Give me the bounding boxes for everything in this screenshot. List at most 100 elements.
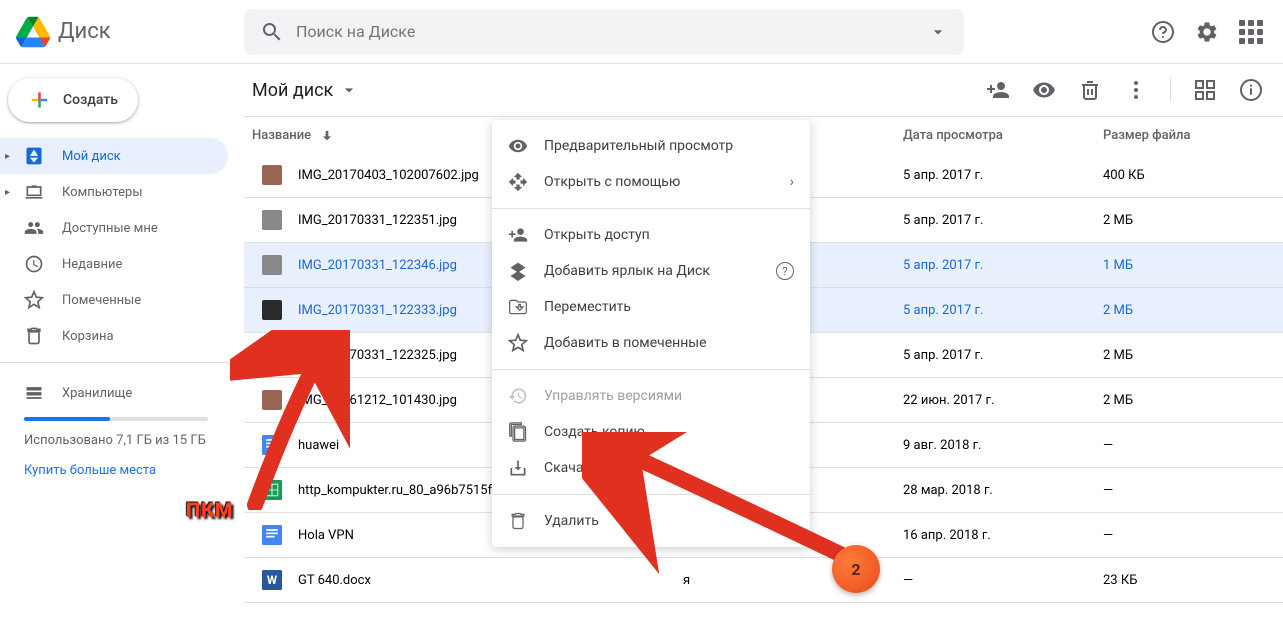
file-thumb <box>262 300 282 320</box>
star-icon <box>508 333 528 353</box>
file-name: huawei <box>298 438 339 453</box>
file-size: — <box>1103 438 1263 453</box>
create-button[interactable]: Создать <box>8 78 138 122</box>
view-grid-icon[interactable] <box>1193 78 1217 102</box>
storage-label: Хранилище <box>62 386 132 401</box>
expand-icon[interactable]: ▸ <box>5 151 10 162</box>
sidebar-item-starred[interactable]: Помеченные <box>0 282 228 318</box>
logo-area[interactable]: Диск <box>16 15 244 49</box>
menu-move[interactable]: Переместить <box>492 289 810 325</box>
search-input[interactable] <box>296 22 928 41</box>
drive-logo-icon <box>16 15 50 49</box>
file-date: 9 авг. 2018 г. <box>903 438 1103 453</box>
sidebar-item-trash[interactable]: Корзина <box>0 318 228 354</box>
sidebar-item-shared[interactable]: Доступные мне <box>0 210 228 246</box>
file-size: 2 МБ <box>1103 348 1263 363</box>
copy-icon <box>508 422 528 442</box>
menu-separator <box>492 369 810 370</box>
info-icon[interactable] <box>1239 78 1263 102</box>
plus-icon <box>28 88 51 112</box>
trash-icon[interactable] <box>1078 78 1102 102</box>
sidebar-item-my-drive[interactable]: ▸ Мой диск <box>0 138 228 174</box>
my-drive-icon <box>24 146 44 166</box>
apps-icon[interactable] <box>1239 20 1263 44</box>
storage-bar <box>24 417 208 421</box>
toolbar-actions <box>986 78 1263 102</box>
help-icon[interactable] <box>1151 20 1175 44</box>
col-date-header[interactable]: Дата просмотра <box>903 128 1103 143</box>
sidebar-item-computers[interactable]: ▸ Компьютеры <box>0 174 228 210</box>
col-size-header[interactable]: Размер файла <box>1103 128 1263 143</box>
menu-share[interactable]: Открыть доступ <box>492 217 810 253</box>
svg-text:W: W <box>267 573 278 587</box>
header-bar: Диск <box>0 0 1283 64</box>
annotation-pkm-label: ПКМ <box>186 498 234 522</box>
file-date: 5 апр. 2017 г. <box>903 303 1103 318</box>
help-icon[interactable]: ? <box>776 262 794 280</box>
file-name: IMG_20170331_122325.jpg <box>298 348 457 363</box>
file-size: — <box>1103 483 1263 498</box>
menu-separator <box>492 208 810 209</box>
breadcrumb-label: Мой диск <box>252 80 333 101</box>
chevron-right-icon: › <box>790 174 794 190</box>
expand-icon[interactable]: ▸ <box>5 187 10 198</box>
storage-icon <box>24 383 44 403</box>
header-actions <box>1151 20 1267 44</box>
nav-label: Недавние <box>62 257 122 272</box>
download-icon <box>508 458 528 478</box>
search-bar[interactable] <box>244 9 964 55</box>
sidebar: Создать ▸ Мой диск ▸ Компьютеры Доступны… <box>0 64 244 635</box>
file-size: — <box>1103 528 1263 543</box>
file-thumb <box>262 210 282 230</box>
file-size: 400 КБ <box>1103 168 1263 183</box>
trash-icon <box>508 511 528 531</box>
menu-star[interactable]: Добавить в помеченные <box>492 325 810 361</box>
file-thumb <box>262 165 282 185</box>
menu-delete[interactable]: Удалить <box>492 503 810 539</box>
sidebar-item-recent[interactable]: Недавние <box>0 246 228 282</box>
buy-storage-link[interactable]: Купить больше места <box>24 463 228 478</box>
preview-icon[interactable] <box>1032 78 1056 102</box>
more-icon[interactable] <box>1124 78 1148 102</box>
trash-icon <box>24 326 44 346</box>
storage-usage-text: Использовано 7,1 ГБ из 15 ГБ <box>24 431 228 451</box>
file-date: 22 июн. 2017 г. <box>903 393 1103 408</box>
file-date: 5 апр. 2017 г. <box>903 168 1103 183</box>
star-icon <box>24 290 44 310</box>
file-size: 2 МБ <box>1103 393 1263 408</box>
annotation-badge: 2 <box>832 545 880 593</box>
menu-open-with[interactable]: Открыть с помощью › <box>492 164 810 200</box>
recent-icon <box>24 254 44 274</box>
search-options-icon[interactable] <box>928 22 948 42</box>
share-icon[interactable] <box>986 78 1010 102</box>
separator <box>1170 78 1171 102</box>
person-add-icon <box>508 225 528 245</box>
file-thumb <box>262 255 282 275</box>
file-date: 5 апр. 2017 г. <box>903 258 1103 273</box>
breadcrumb[interactable]: Мой диск <box>252 80 359 101</box>
menu-separator <box>492 494 810 495</box>
settings-icon[interactable] <box>1195 20 1219 44</box>
menu-download[interactable]: Скачать <box>492 450 810 486</box>
menu-preview[interactable]: Предварительный просмотр <box>492 128 810 164</box>
file-name: IMG_20170331_122333.jpg <box>298 303 457 318</box>
context-menu: Предварительный просмотр Открыть с помощ… <box>492 120 810 547</box>
file-date: 5 апр. 2017 г. <box>903 348 1103 363</box>
open-with-icon <box>508 172 528 192</box>
nav-label: Корзина <box>62 329 114 344</box>
file-size: 2 МБ <box>1103 213 1263 228</box>
nav-label: Мой диск <box>62 149 121 164</box>
nav-label: Доступные мне <box>62 221 158 236</box>
file-name: Hola VPN <box>298 528 354 543</box>
shared-icon <box>24 218 44 238</box>
file-row[interactable]: WGT 640.docxя—23 КБ <box>244 558 1283 603</box>
search-icon <box>260 20 284 44</box>
file-name: GT 640.docx <box>298 573 371 588</box>
menu-copy[interactable]: Создать копию <box>492 414 810 450</box>
file-thumb <box>262 390 282 410</box>
file-date: — <box>903 573 1103 588</box>
menu-shortcut[interactable]: Добавить ярлык на Диск ? <box>492 253 810 289</box>
file-name: IMG_20170331_122351.jpg <box>298 213 457 228</box>
file-thumb <box>262 345 282 365</box>
sidebar-item-storage[interactable]: Хранилище <box>24 377 228 409</box>
